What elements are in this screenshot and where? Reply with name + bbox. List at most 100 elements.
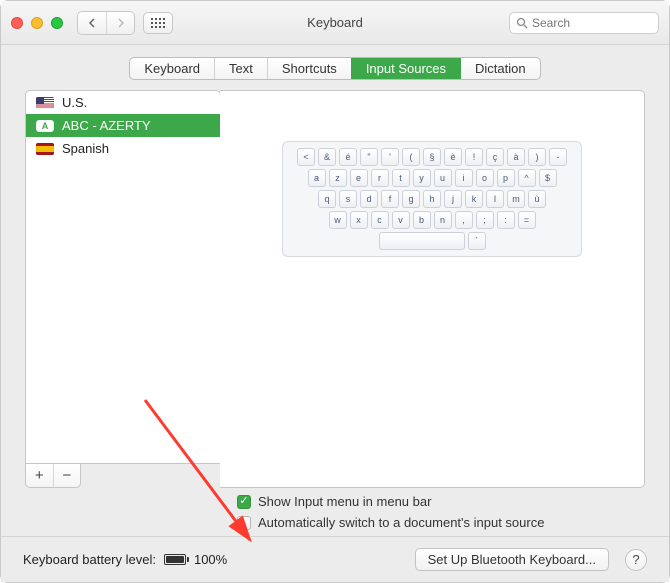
grid-icon (151, 18, 165, 28)
key: d (360, 190, 378, 208)
tab-text[interactable]: Text (214, 58, 267, 79)
right-panel: <&é"'(§è!çà)- azertyuiop^$ qsdfghjklmù wxcv… (220, 90, 645, 488)
key: w (329, 211, 347, 229)
key: n (434, 211, 452, 229)
key: j (444, 190, 462, 208)
panels: U.S. A ABC - AZERTY Spanish + − <&é"'(§è!çà… (25, 90, 645, 488)
input-source-label: ABC - AZERTY (62, 118, 151, 133)
key: ) (528, 148, 546, 166)
close-window-button[interactable] (11, 17, 23, 29)
add-remove-control: + − (25, 464, 81, 488)
key: l (486, 190, 504, 208)
setup-bluetooth-keyboard-button[interactable]: Set Up Bluetooth Keyboard... (415, 548, 609, 571)
key: & (318, 148, 336, 166)
tab-shortcuts[interactable]: Shortcuts (267, 58, 351, 79)
key: " (360, 148, 378, 166)
key: c (371, 211, 389, 229)
key: , (455, 211, 473, 229)
titlebar: Keyboard (1, 1, 669, 45)
nav-back-forward (77, 11, 135, 35)
preferences-window: Keyboard Keyboard Text Shortcuts Input S… (0, 0, 670, 583)
key: x (350, 211, 368, 229)
checkbox-icon (237, 516, 251, 530)
key: u (434, 169, 452, 187)
keyboard-layout-preview: <&é"'(§è!çà)- azertyuiop^$ qsdfghjklmù wxcv… (282, 141, 582, 257)
key: t (392, 169, 410, 187)
chevron-right-icon (117, 18, 125, 28)
key: $ (539, 169, 557, 187)
key: p (497, 169, 515, 187)
show-input-menu-label: Show Input menu in menu bar (258, 494, 431, 509)
tab-segment: Keyboard Text Shortcuts Input Sources Di… (129, 57, 540, 80)
auto-switch-checkbox[interactable]: Automatically switch to a document's inp… (237, 515, 645, 530)
keyboard-row: azertyuiop^$ (308, 169, 557, 187)
key: < (297, 148, 315, 166)
tab-input-sources[interactable]: Input Sources (351, 58, 460, 79)
help-button[interactable]: ? (625, 549, 647, 571)
key: § (423, 148, 441, 166)
traffic-lights (11, 17, 63, 29)
minimize-window-button[interactable] (31, 17, 43, 29)
chevron-left-icon (88, 18, 96, 28)
key: ; (476, 211, 494, 229)
key: : (497, 211, 515, 229)
input-source-row[interactable]: U.S. (26, 91, 220, 114)
keyboard-row: qsdfghjklmù (318, 190, 546, 208)
key: i (455, 169, 473, 187)
key: o (476, 169, 494, 187)
key: e (350, 169, 368, 187)
auto-switch-label: Automatically switch to a document's inp… (258, 515, 544, 530)
keyboard-row: <&é"'(§è!çà)- (297, 148, 567, 166)
key: é (339, 148, 357, 166)
input-source-row[interactable]: Spanish (26, 137, 220, 160)
key: s (339, 190, 357, 208)
tab-bar: Keyboard Text Shortcuts Input Sources Di… (1, 45, 669, 90)
content-area: U.S. A ABC - AZERTY Spanish + − <&é"'(§è!çà… (1, 90, 669, 536)
tab-keyboard[interactable]: Keyboard (130, 58, 214, 79)
key: b (413, 211, 431, 229)
key: g (402, 190, 420, 208)
key: ! (465, 148, 483, 166)
keyboard-row: ` (379, 232, 486, 250)
input-source-row[interactable]: A ABC - AZERTY (26, 114, 220, 137)
key: m (507, 190, 525, 208)
key: h (423, 190, 441, 208)
tab-dictation[interactable]: Dictation (460, 58, 540, 79)
key: z (329, 169, 347, 187)
key: ^ (518, 169, 536, 187)
keyboard-row: wxcvbn,;:= (329, 211, 536, 229)
checkbox-icon (237, 495, 251, 509)
flag-us-icon (36, 97, 54, 109)
zoom-window-button[interactable] (51, 17, 63, 29)
flag-es-icon (36, 143, 54, 155)
key: - (549, 148, 567, 166)
left-panel: U.S. A ABC - AZERTY Spanish + − (25, 90, 221, 488)
back-button[interactable] (78, 12, 106, 34)
search-field[interactable] (509, 12, 659, 34)
input-source-label: Spanish (62, 141, 109, 156)
search-input[interactable] (532, 16, 670, 30)
key: ù (528, 190, 546, 208)
key: r (371, 169, 389, 187)
key: a (308, 169, 326, 187)
remove-source-button[interactable]: − (53, 464, 81, 487)
flag-a-icon: A (36, 120, 54, 132)
key: y (413, 169, 431, 187)
key: à (507, 148, 525, 166)
key: ` (468, 232, 486, 250)
key: f (381, 190, 399, 208)
input-source-list[interactable]: U.S. A ABC - AZERTY Spanish (25, 90, 221, 464)
battery-value: 100% (194, 552, 227, 567)
show-input-menu-checkbox[interactable]: Show Input menu in menu bar (237, 494, 645, 509)
add-source-button[interactable]: + (26, 464, 53, 487)
key: è (444, 148, 462, 166)
show-all-button[interactable] (143, 12, 173, 34)
key: ç (486, 148, 504, 166)
input-source-label: U.S. (62, 95, 87, 110)
key: = (518, 211, 536, 229)
forward-button[interactable] (106, 12, 134, 34)
battery-icon (164, 554, 186, 565)
key: q (318, 190, 336, 208)
options-area: Show Input menu in menu bar Automaticall… (221, 488, 645, 536)
battery-label: Keyboard battery level: (23, 552, 156, 567)
